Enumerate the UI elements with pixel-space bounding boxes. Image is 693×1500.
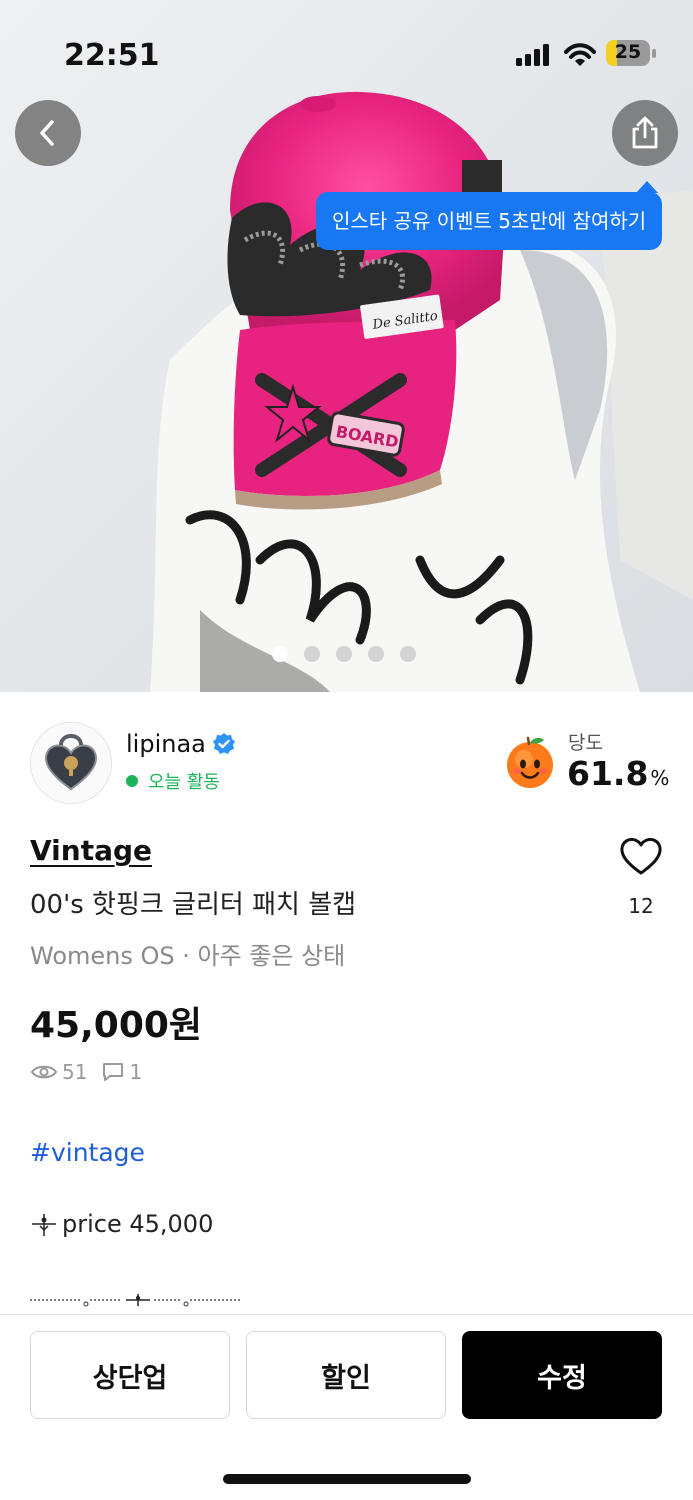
peach-sweetness-icon [507,736,553,788]
seller-name-row[interactable]: lipinaa [126,730,236,758]
status-time: 22:51 [64,38,160,73]
seller-activity-status: 오늘 활동 [126,768,220,794]
page-dot [272,646,288,662]
sweetness-unit: % [650,766,670,790]
battery-tip [652,49,656,58]
bottom-bar-divider [0,1314,693,1315]
sweetness-value: 61.8 [567,754,649,793]
battery-percent: 25 [614,41,642,63]
seller-name[interactable]: lipinaa [126,730,206,758]
like-count: 12 [628,894,654,918]
page-dot [304,646,320,662]
ornament-icon [32,1214,56,1236]
sweetness-score[interactable]: 61.8% [567,754,669,793]
share-event-tooltip[interactable]: 인스타 공유 이벤트 5초만에 참여하기 [316,192,663,250]
image-page-indicator [272,646,416,664]
heart-icon[interactable] [618,834,664,880]
wifi-icon [564,43,596,66]
eye-icon [30,1065,58,1079]
product-size-condition: Womens OS · 아주 좋은 상태 [30,942,346,970]
comment-icon [103,1063,124,1081]
page-dot [368,646,384,662]
verified-badge-icon [212,733,235,754]
battery-indicator: 25 [606,40,656,68]
product-photo: De Salitto BOARD [0,0,693,692]
decorative-divider [30,1294,240,1307]
comment-count: 1 [129,1060,143,1084]
page-dot [400,646,416,662]
view-count: 51 [62,1060,88,1084]
product-title: 00's 핫핑크 글리터 패치 볼캡 [30,890,357,920]
back-button[interactable] [15,100,81,166]
page-dot [336,646,352,662]
description-text: price 45,000 [62,1210,214,1238]
product-stats: 51 1 [30,1060,142,1084]
online-dot-icon [126,775,138,787]
product-brand-link[interactable]: Vintage [30,834,152,867]
bump-button[interactable]: 상단업 [30,1331,230,1419]
status-bar: 22:51 25 [0,0,693,100]
discount-button[interactable]: 할인 [246,1331,446,1419]
battery-body: 25 [606,40,650,66]
home-indicator[interactable] [223,1474,471,1484]
activity-label: 오늘 활동 [148,772,220,793]
cellular-signal-icon [516,44,549,66]
sweetness-label: 당도 [568,732,603,754]
chevron-left-icon [40,120,54,146]
heart-lock-avatar-image [31,723,111,803]
seller-avatar[interactable] [30,722,112,804]
share-button[interactable] [612,100,678,166]
product-price: 45,000원 [30,1005,203,1046]
hashtag-link[interactable]: #vintage [30,1138,145,1167]
share-icon [632,116,658,149]
edit-button[interactable]: 수정 [462,1331,662,1419]
product-image[interactable]: De Salitto BOARD 22:51 25 인스타 공유 이벤트 5초만… [0,0,693,692]
product-description: price 45,000 [30,1210,213,1238]
